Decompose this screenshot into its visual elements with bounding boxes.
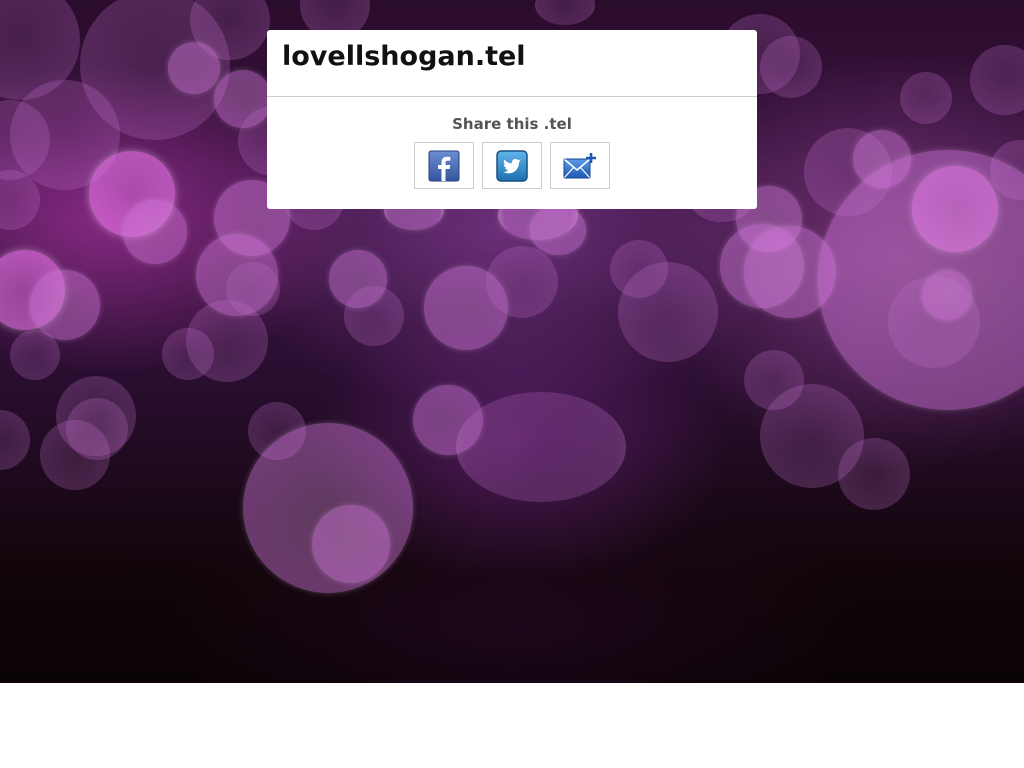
share-buttons xyxy=(267,142,757,189)
email-add-icon xyxy=(563,151,597,181)
facebook-icon xyxy=(428,150,460,182)
facebook-share-button[interactable] xyxy=(414,142,474,189)
email-share-button[interactable] xyxy=(550,142,610,189)
twitter-icon xyxy=(496,149,528,182)
share-card: lovellshogan.tel Share this .tel xyxy=(267,30,757,209)
share-heading: Share this .tel xyxy=(452,115,572,133)
page-title: lovellshogan.tel xyxy=(267,30,757,97)
twitter-share-button[interactable] xyxy=(482,142,542,189)
